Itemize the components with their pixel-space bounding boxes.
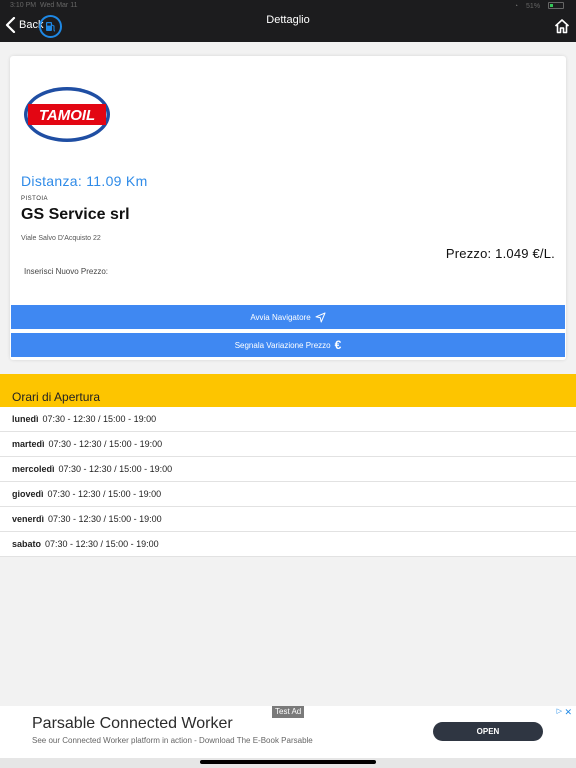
ad-open-button[interactable]: OPEN <box>433 722 543 741</box>
day-label: venerdì <box>12 514 45 524</box>
brand-logo-text: TAMOIL <box>39 107 95 124</box>
back-button[interactable]: Back <box>4 17 43 33</box>
home-icon[interactable] <box>554 18 570 34</box>
status-time: 3:10 PM <box>10 2 37 9</box>
wifi-icon: ◔ <box>513 3 519 10</box>
navigation-arrow-icon <box>315 312 326 322</box>
back-chevron-icon <box>5 17 16 33</box>
day-label: lunedì <box>12 414 39 424</box>
navigation-bar: 3:10 PM Wed Mar 11 ◔ 51% Back Dettaglio <box>0 0 576 42</box>
opening-hours-title: Orari di Apertura <box>12 390 101 404</box>
status-date: Wed Mar 11 <box>40 2 78 9</box>
ad-close-icon[interactable]: ✕ <box>564 707 572 718</box>
hours-row: martedì 07:30 - 12:30 / 15:00 - 19:00 <box>0 432 576 457</box>
start-navigation-button[interactable]: Avvia Navigatore <box>11 305 565 329</box>
euro-icon: € <box>334 338 342 352</box>
day-label: martedì <box>12 439 45 449</box>
ad-info-icon[interactable]: ▷ <box>557 707 562 715</box>
city-label: PISTOIA <box>21 196 49 202</box>
station-address: Viale Salvo D'Acquisto 22 <box>21 235 101 242</box>
hours-value: 07:30 - 12:30 / 15:00 - 19:00 <box>42 414 157 424</box>
hours-row: venerdì 07:30 - 12:30 / 15:00 - 19:00 <box>0 507 576 532</box>
hours-row: giovedì 07:30 - 12:30 / 15:00 - 19:00 <box>0 482 576 507</box>
hours-value: 07:30 - 12:30 / 15:00 - 19:00 <box>47 489 162 499</box>
day-label: sabato <box>12 539 42 549</box>
brand-logo: TAMOIL <box>24 87 110 142</box>
status-right: ◔ 51% <box>508 2 564 10</box>
report-price-change-label: Segnala Variazione Prezzo <box>234 340 331 350</box>
ad-title[interactable]: Parsable Connected Worker <box>32 715 233 733</box>
station-name: GS Service srl <box>21 206 130 223</box>
battery-icon <box>548 2 564 9</box>
status-bar: 3:10 PM Wed Mar 11 ◔ 51% <box>0 2 576 12</box>
hours-row: sabato 07:30 - 12:30 / 15:00 - 19:00 <box>0 532 576 557</box>
day-label: giovedì <box>12 489 44 499</box>
new-price-field[interactable]: Inserisci Nuovo Prezzo: <box>24 267 108 276</box>
hours-row: lunedì 07:30 - 12:30 / 15:00 - 19:00 <box>0 407 576 432</box>
report-price-change-button[interactable]: Segnala Variazione Prezzo € <box>11 333 565 357</box>
test-ad-badge: Test Ad <box>272 706 305 718</box>
distance-label: Distanza: 11.09 Km <box>21 173 148 189</box>
opening-hours-list: lunedì 07:30 - 12:30 / 15:00 - 19:00 mar… <box>0 407 576 557</box>
opening-hours-header: Orari di Apertura <box>0 374 576 407</box>
hours-value: 07:30 - 12:30 / 15:00 - 19:00 <box>48 439 163 449</box>
ad-banner[interactable]: Test Ad Parsable Connected Worker See ou… <box>0 706 576 758</box>
hours-value: 07:30 - 12:30 / 15:00 - 19:00 <box>58 464 173 474</box>
day-label: mercoledì <box>12 464 55 474</box>
battery-percent: 51% <box>526 3 541 10</box>
station-card: TAMOIL Distanza: 11.09 Km PISTOIA GS Ser… <box>10 56 566 360</box>
fuel-pump-icon <box>39 15 62 38</box>
ad-description: See our Connected Worker platform in act… <box>32 736 313 745</box>
page-title: Dettaglio <box>266 14 310 26</box>
home-indicator <box>200 760 376 764</box>
hours-row: mercoledì 07:30 - 12:30 / 15:00 - 19:00 <box>0 457 576 482</box>
start-navigation-label: Avvia Navigatore <box>250 312 311 322</box>
hours-value: 07:30 - 12:30 / 15:00 - 19:00 <box>45 539 159 549</box>
hours-value: 07:30 - 12:30 / 15:00 - 19:00 <box>48 514 162 524</box>
price-label: Prezzo: 1.049 €/L. <box>445 246 555 261</box>
